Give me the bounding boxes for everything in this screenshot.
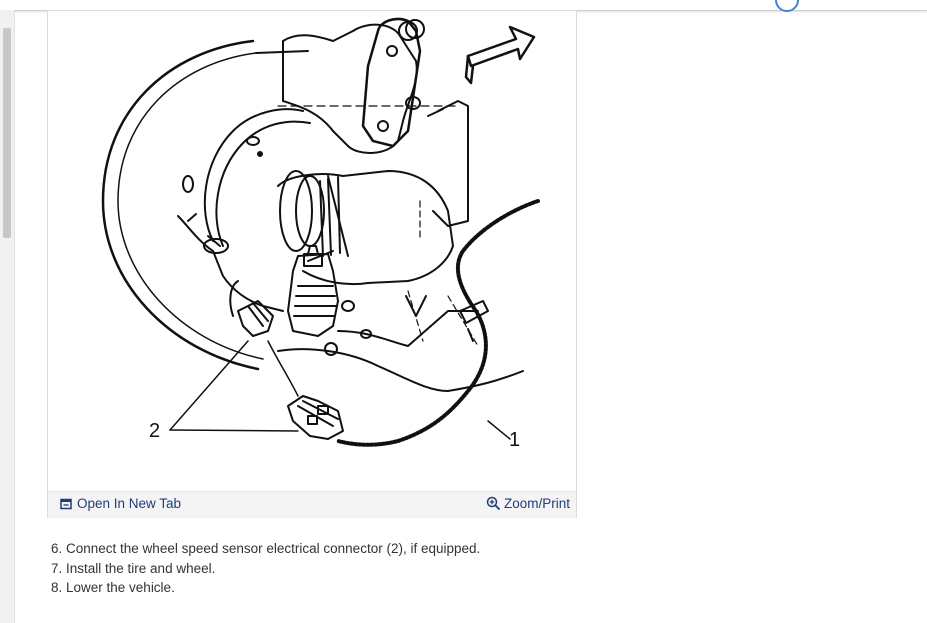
- zoom-print-label: Zoom/Print: [503, 496, 570, 511]
- figure-footer: Open In New Tab Zoom/Print: [48, 491, 576, 518]
- electrical-connector: [287, 395, 344, 440]
- circle-icon[interactable]: [775, 0, 799, 12]
- zoom-print-link[interactable]: Zoom/Print: [486, 496, 570, 511]
- steering-knuckle: [282, 23, 418, 154]
- wheel-speed-sensor-diagram: [101, 17, 540, 447]
- figure-card: 2 1 Open In New Tab Zoom/Print: [47, 10, 577, 518]
- scrollbar-thumb[interactable]: [3, 28, 11, 238]
- open-in-new-tab-link[interactable]: Open In New Tab: [60, 496, 181, 511]
- callout-1: 1: [509, 429, 521, 451]
- procedure-steps: 6. Connect the wheel speed sensor electr…: [51, 539, 611, 598]
- open-in-new-tab-label: Open In New Tab: [77, 496, 182, 511]
- direction-arrow: [464, 25, 536, 85]
- zoom-in-icon: [486, 496, 501, 511]
- step-item: 6. Connect the wheel speed sensor electr…: [51, 541, 481, 556]
- page-scrollbar[interactable]: [0, 10, 15, 623]
- callout-2: 2: [149, 420, 161, 442]
- step-item: 7. Install the tire and wheel.: [51, 560, 216, 576]
- sensor-wire: [336, 199, 540, 447]
- wheel-speed-sensor: [229, 280, 274, 337]
- step-item: 8. Lower the vehicle.: [51, 580, 175, 595]
- open-in-new-tab-icon: [60, 498, 72, 509]
- axle-shaft: [277, 170, 454, 286]
